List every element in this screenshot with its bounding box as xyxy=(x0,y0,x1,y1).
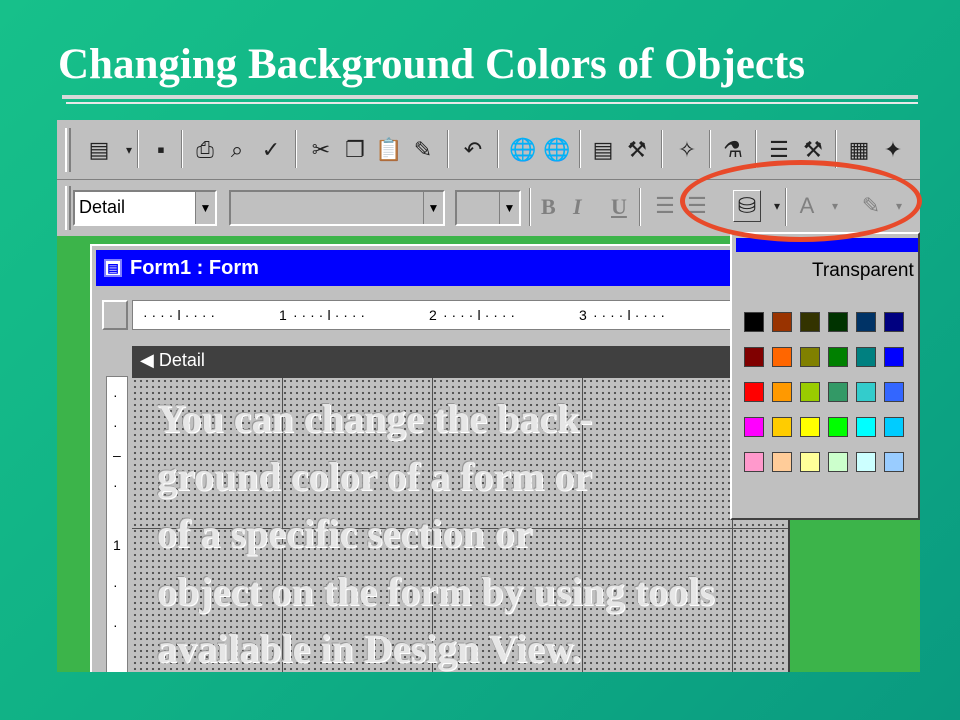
ruler-mark: 2 xyxy=(429,307,437,323)
italic-button[interactable]: I xyxy=(573,194,582,220)
form-title-bar[interactable]: ▤ Form1 : Form xyxy=(96,250,784,286)
highlight-circle xyxy=(680,160,922,242)
new-object-icon[interactable]: ✦ xyxy=(879,134,907,166)
ruler-ticks: · xyxy=(113,477,118,493)
form-selector[interactable] xyxy=(102,300,128,330)
copy-icon[interactable]: ❐ xyxy=(341,134,369,166)
spelling-icon[interactable]: ✓ xyxy=(257,134,285,166)
autoformat-icon[interactable]: ✧ xyxy=(673,134,701,166)
chevron-down-icon[interactable]: ▼ xyxy=(423,192,443,224)
cut-icon[interactable]: ✂ xyxy=(307,134,335,166)
body-line: object on the form by using tools xyxy=(157,568,715,614)
color-swatch[interactable] xyxy=(884,312,904,332)
body-line: available in Design View. xyxy=(157,626,582,671)
color-swatch[interactable] xyxy=(856,347,876,367)
database-window-icon[interactable]: ▦ xyxy=(845,134,873,166)
toolbar-grip[interactable] xyxy=(65,186,71,230)
web-toolbar-icon[interactable]: 🌐 xyxy=(543,134,571,166)
color-swatch[interactable] xyxy=(856,312,876,332)
ruler-ticks: · xyxy=(113,617,118,633)
ruler-ticks: · · · · ǀ · · · · xyxy=(593,307,666,323)
detail-section-bar[interactable]: ◀ Detail xyxy=(132,346,788,378)
view-icon[interactable]: ▤ xyxy=(85,134,113,166)
slide-body-text: You can change the back- ground color of… xyxy=(157,390,917,678)
insert-hyperlink-icon[interactable]: 🌐 xyxy=(509,134,537,166)
ruler-ticks: · · · · ǀ · · · · xyxy=(443,307,516,323)
chevron-down-icon[interactable]: ▼ xyxy=(499,192,519,224)
horizontal-ruler[interactable]: · · · · ǀ · · · · 1 · · · · ǀ · · · · 2 … xyxy=(132,300,788,330)
ruler-ticks: · xyxy=(113,417,118,433)
print-icon[interactable]: ⎙ xyxy=(191,134,219,166)
underline-button[interactable]: U xyxy=(611,194,627,220)
bold-button[interactable]: B xyxy=(541,194,556,220)
color-swatch[interactable] xyxy=(884,347,904,367)
color-swatch[interactable] xyxy=(744,347,764,367)
ruler-ticks: · · · · ǀ · · · · xyxy=(293,307,366,323)
object-combo[interactable]: Detail ▼ xyxy=(73,190,217,226)
body-line: You can change the back- xyxy=(157,396,593,441)
color-swatch[interactable] xyxy=(744,312,764,332)
ruler-ticks: · · · · ǀ · · · · xyxy=(143,307,216,323)
chevron-down-icon[interactable]: ▼ xyxy=(195,192,215,224)
ruler-mark: 1 xyxy=(113,537,121,553)
section-arrow-icon: ◀ xyxy=(140,350,154,370)
form-title: Form1 : Form xyxy=(130,256,259,279)
body-line: of a specific section or xyxy=(157,511,533,556)
format-painter-icon[interactable]: ✎ xyxy=(409,134,437,166)
code-icon[interactable]: ⚗ xyxy=(719,134,747,166)
ruler-ticks: · xyxy=(113,577,118,593)
font-size-combo[interactable]: ▼ xyxy=(455,190,521,226)
print-preview-icon[interactable]: ⌕ xyxy=(223,134,251,166)
title-underline-thin xyxy=(66,102,918,104)
ruler-mark: 3 xyxy=(579,307,587,323)
toolbox-icon[interactable]: ⚒ xyxy=(623,134,651,166)
color-swatch[interactable] xyxy=(772,312,792,332)
ruler-mark: 1 xyxy=(279,307,287,323)
font-name-combo[interactable]: ▼ xyxy=(229,190,445,226)
field-list-icon[interactable]: ▤ xyxy=(589,134,617,166)
object-combo-value: Detail xyxy=(79,197,126,217)
color-swatch[interactable] xyxy=(772,347,792,367)
color-swatch[interactable] xyxy=(828,312,848,332)
form-icon[interactable]: ▤ xyxy=(104,259,122,277)
title-underline xyxy=(62,95,918,99)
toolbar-grip[interactable] xyxy=(65,128,71,172)
align-left-icon[interactable]: ☰ xyxy=(651,190,679,222)
save-icon[interactable]: ▪ xyxy=(147,134,175,166)
paste-icon[interactable]: 📋 xyxy=(375,134,403,166)
transparent-label: Transparent xyxy=(812,260,914,281)
detail-section-label: Detail xyxy=(158,350,205,370)
slide-title: Changing Background Colors of Objects xyxy=(58,41,806,88)
vertical-ruler[interactable]: · · – · 1 · · xyxy=(106,376,128,672)
color-swatch[interactable] xyxy=(800,312,820,332)
color-swatch[interactable] xyxy=(828,347,848,367)
color-swatch[interactable] xyxy=(800,347,820,367)
transparent-option[interactable]: Transparent xyxy=(812,260,914,282)
ruler-ticks: – xyxy=(113,447,121,463)
undo-icon[interactable]: ↶ xyxy=(459,134,487,166)
ruler-ticks: · xyxy=(113,387,118,403)
body-line: ground color of a form or xyxy=(157,453,593,499)
